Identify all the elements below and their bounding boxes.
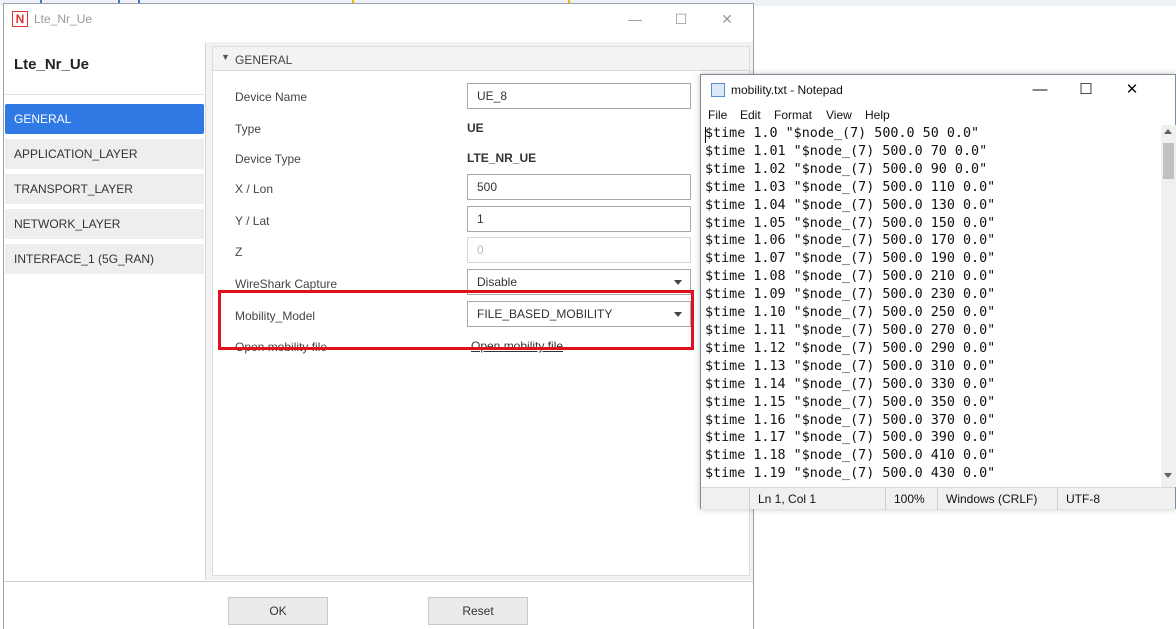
text-line: $time 1.05 "$node_(7) 500.0 150 0.0"	[705, 215, 996, 231]
menu-view[interactable]: View	[826, 108, 852, 122]
notepad-title: mobility.txt - Notepad	[731, 83, 843, 97]
type-label: Type	[235, 122, 262, 136]
device-heading: Lte_Nr_Ue	[14, 56, 90, 73]
app-logo-icon: N	[12, 11, 28, 27]
ok-button[interactable]: OK	[228, 597, 328, 625]
vertical-scrollbar[interactable]	[1161, 125, 1176, 487]
text-line: $time 1.18 "$node_(7) 500.0 410 0.0"	[705, 448, 996, 464]
wireshark-label: WireShark Capture	[235, 277, 338, 291]
text-line: $time 1.12 "$node_(7) 500.0 290 0.0"	[705, 340, 996, 356]
panel-header[interactable]: ▼ GENERAL	[213, 47, 749, 71]
status-line-endings: Windows (CRLF)	[937, 488, 1057, 510]
dialog-footer: OK Reset	[4, 581, 753, 629]
notepad-statusbar: Ln 1, Col 1 100% Windows (CRLF) UTF-8	[701, 487, 1176, 510]
text-line: $time 1.10 "$node_(7) 500.0 250 0.0"	[705, 305, 996, 321]
mobility-model-select[interactable]: FILE_BASED_MOBILITY	[467, 301, 691, 327]
minimize-icon[interactable]: —	[1017, 75, 1063, 105]
sidebar: GENERAL APPLICATION_LAYER TRANSPORT_LAYE…	[5, 104, 204, 279]
mobility-model-label: Mobility_Model	[235, 309, 316, 323]
close-icon[interactable]: ✕	[704, 4, 750, 34]
text-line: $time 1.08 "$node_(7) 500.0 210 0.0"	[705, 269, 996, 285]
menu-help[interactable]: Help	[865, 108, 890, 122]
notepad-titlebar[interactable]: mobility.txt - Notepad — ☐ ✕	[701, 75, 1175, 105]
chevron-down-icon	[674, 280, 682, 285]
general-panel: ▼ GENERAL Device Name UE_8 Type UE Devic…	[212, 46, 750, 576]
maximize-icon[interactable]: ☐	[1063, 75, 1109, 105]
menu-edit[interactable]: Edit	[740, 108, 761, 122]
device-name-input[interactable]: UE_8	[467, 83, 691, 109]
text-line: $time 1.01 "$node_(7) 500.0 70 0.0"	[705, 143, 988, 159]
status-zoom: 100%	[885, 488, 937, 510]
maximize-icon[interactable]: ☐	[658, 4, 704, 34]
text-line: $time 1.02 "$node_(7) 500.0 90 0.0"	[705, 161, 988, 177]
notepad-text-area[interactable]: $time 1.0 "$node_(7) 500.0 50 0.0" $time …	[705, 125, 1161, 485]
device-name-label: Device Name	[235, 90, 308, 104]
text-line: $time 1.15 "$node_(7) 500.0 350 0.0"	[705, 394, 996, 410]
status-encoding: UTF-8	[1057, 488, 1176, 510]
text-caret	[705, 127, 706, 143]
divider	[4, 94, 204, 95]
panel-title: GENERAL	[235, 53, 293, 67]
chevron-down-icon[interactable]: ▼	[221, 52, 230, 62]
type-value: UE	[467, 121, 484, 135]
content-area: ▼ GENERAL Device Name UE_8 Type UE Devic…	[205, 42, 753, 580]
y-lat-input[interactable]: 1	[467, 206, 691, 232]
text-line: $time 1.16 "$node_(7) 500.0 370 0.0"	[705, 412, 996, 428]
text-line: $time 1.06 "$node_(7) 500.0 170 0.0"	[705, 233, 996, 249]
menu-format[interactable]: Format	[774, 108, 812, 122]
text-line: $time 1.04 "$node_(7) 500.0 130 0.0"	[705, 197, 996, 213]
device-type-label: Device Type	[235, 152, 301, 166]
notepad-menubar: File Edit Format View Help	[701, 105, 1175, 125]
open-mobility-label: Open mobility file	[235, 340, 328, 354]
chevron-down-icon	[674, 312, 682, 317]
x-lon-label: X / Lon	[235, 182, 274, 196]
scroll-up-icon[interactable]	[1164, 129, 1172, 134]
reset-button[interactable]: Reset	[428, 597, 528, 625]
text-line: $time 1.17 "$node_(7) 500.0 390 0.0"	[705, 430, 996, 446]
device-type-value: LTE_NR_UE	[467, 151, 537, 165]
menu-file[interactable]: File	[708, 108, 727, 122]
text-line: $time 1.11 "$node_(7) 500.0 270 0.0"	[705, 322, 996, 338]
y-lat-label: Y / Lat	[235, 214, 270, 228]
scroll-down-icon[interactable]	[1164, 473, 1172, 478]
sidebar-item-general[interactable]: GENERAL	[5, 104, 204, 134]
sidebar-item-application-layer[interactable]: APPLICATION_LAYER	[5, 139, 204, 169]
close-icon[interactable]: ✕	[1109, 75, 1155, 105]
open-mobility-file-link[interactable]: Open mobility file	[471, 339, 563, 353]
notepad-icon	[711, 83, 725, 97]
dialog-title: Lte_Nr_Ue	[34, 12, 93, 26]
z-label: Z	[235, 245, 243, 259]
mobility-model-value: FILE_BASED_MOBILITY	[477, 307, 613, 321]
text-line: $time 1.07 "$node_(7) 500.0 190 0.0"	[705, 251, 996, 267]
minimize-icon[interactable]: —	[612, 4, 658, 34]
x-lon-input[interactable]: 500	[467, 174, 691, 200]
text-line: $time 1.0 "$node_(7) 500.0 50 0.0"	[705, 126, 980, 141]
sidebar-item-transport-layer[interactable]: TRANSPORT_LAYER	[5, 174, 204, 204]
text-line: $time 1.09 "$node_(7) 500.0 230 0.0"	[705, 287, 996, 303]
device-properties-dialog: N Lte_Nr_Ue — ☐ ✕ Lte_Nr_Ue GENERAL APPL…	[3, 3, 754, 629]
wireshark-select[interactable]: Disable	[467, 269, 691, 295]
z-input: 0	[467, 237, 691, 263]
notepad-window: mobility.txt - Notepad — ☐ ✕ File Edit F…	[700, 74, 1176, 510]
scroll-thumb[interactable]	[1163, 143, 1174, 179]
text-line: $time 1.03 "$node_(7) 500.0 110 0.0"	[705, 179, 996, 195]
wireshark-value: Disable	[477, 275, 518, 289]
text-line: $time 1.14 "$node_(7) 500.0 330 0.0"	[705, 376, 996, 392]
status-position: Ln 1, Col 1	[749, 488, 885, 510]
text-line: $time 1.19 "$node_(7) 500.0 430 0.0"	[705, 466, 996, 482]
dialog-titlebar[interactable]: N Lte_Nr_Ue — ☐ ✕	[4, 4, 753, 34]
sidebar-item-interface-1[interactable]: INTERFACE_1 (5G_RAN)	[5, 244, 204, 274]
text-line: $time 1.13 "$node_(7) 500.0 310 0.0"	[705, 358, 996, 374]
sidebar-item-network-layer[interactable]: NETWORK_LAYER	[5, 209, 204, 239]
